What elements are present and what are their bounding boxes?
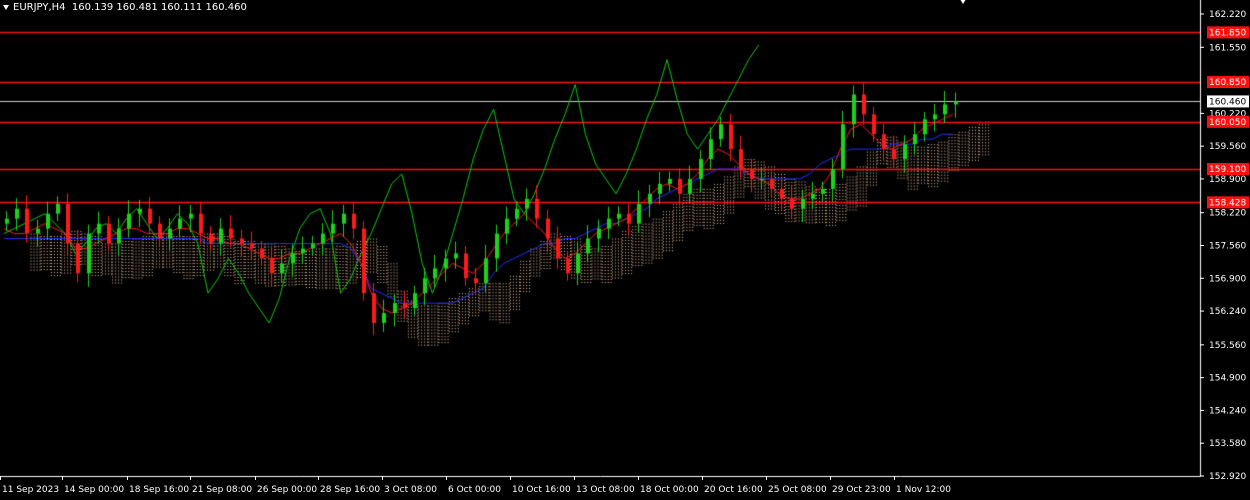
- symbol-menu-icon[interactable]: [3, 4, 9, 10]
- chart-shift-icon[interactable]: [958, 0, 968, 4]
- symbol-pair: EURJPY,H4: [13, 2, 66, 13]
- symbol-header: EURJPY,H4 160.139 160.481 160.111 160.46…: [3, 2, 247, 13]
- price-chart[interactable]: [0, 0, 1250, 500]
- ohlc-quote: 160.139 160.481 160.111 160.460: [71, 2, 247, 13]
